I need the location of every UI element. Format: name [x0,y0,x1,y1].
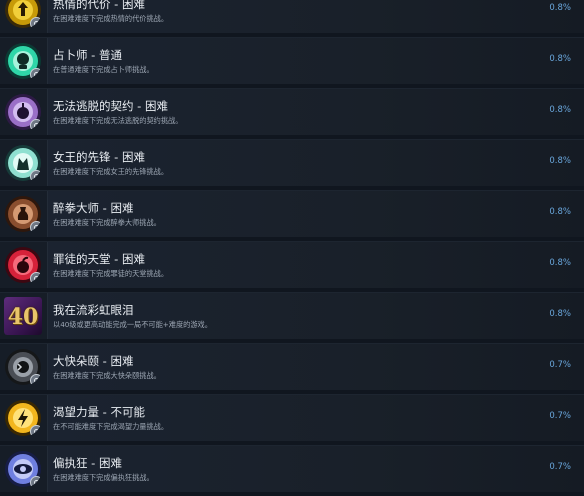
contract-icon [4,93,42,131]
achievement-title: 渴望力量 - 不可能 [53,405,145,419]
achievement-title: 罪徒的天堂 - 困难 [53,252,145,266]
achievement-title: 占卜师 - 普通 [53,48,122,62]
sinners-paradise-icon [4,246,42,284]
level-40-icon: 40 [4,297,42,335]
difficulty-badge-icon [30,119,42,131]
achievement-row[interactable]: 大快朵颐 - 困难 在困难难度下完成大快朵颐挑战。 0.7% [0,343,584,390]
achievement-row[interactable]: 渴望力量 - 不可能 在不可能难度下完成渴望力量挑战。 0.7% [0,394,584,441]
achievement-title: 女王的先锋 - 困难 [53,150,145,164]
achievement-title: 无法逃脱的契约 - 困难 [53,99,168,113]
achievement-row[interactable]: 醉拳大师 - 困难 在困难难度下完成醉拳大师挑战。 0.8% [0,190,584,237]
achievement-description: 在困难难度下完成大快朵颐挑战。 [53,371,161,380]
paranoid-eye-icon [4,450,42,488]
achievement-percent: 0.8% [549,258,571,268]
flame-cost-icon [4,0,42,29]
difficulty-badge-icon [30,221,42,233]
achievement-percent: 0.8% [549,54,571,64]
achievement-percent: 0.8% [549,309,571,319]
achievement-description: 在困难难度下完成热情的代价挑战。 [53,14,169,23]
difficulty-badge-icon [30,68,42,80]
achievement-row[interactable]: 女王的先锋 - 困难 在困难难度下完成女王的先锋挑战。 0.8% [0,139,584,186]
achievement-row[interactable]: 无法逃脱的契约 - 困难 在困难难度下完成无法逃脱的契约挑战。 0.8% [0,88,584,135]
lightning-icon [4,399,42,437]
achievement-description: 在困难难度下完成偏执狂挑战。 [53,473,154,482]
achievement-description: 以40级或更高动能完成一局不可能+难度的游戏。 [53,320,212,329]
achievement-row[interactable]: 罪徒的天堂 - 困难 在困难难度下完成罪徒的天堂挑战。 0.8% [0,241,584,288]
achievement-title: 偏执狂 - 困难 [53,456,122,470]
achievement-row[interactable]: 偏执狂 - 困难 在困难难度下完成偏执狂挑战。 0.7% [0,445,584,492]
drunken-master-icon [4,195,42,233]
difficulty-badge-icon [30,17,42,29]
achievement-percent: 0.7% [549,462,571,472]
difficulty-badge-icon [30,170,42,182]
achievement-percent: 0.7% [549,360,571,370]
feast-icon [4,348,42,386]
achievement-description: 在困难难度下完成醉拳大师挑战。 [53,218,161,227]
queens-vanguard-icon [4,144,42,182]
difficulty-badge-icon [30,374,42,386]
achievement-percent: 0.8% [549,207,571,217]
achievement-title: 大快朵颐 - 困难 [53,354,134,368]
achievement-description: 在困难难度下完成女王的先锋挑战。 [53,167,169,176]
achievement-title: 我在流彩虹眼泪 [53,303,134,317]
difficulty-badge-icon [30,272,42,284]
difficulty-badge-icon [30,476,42,488]
difficulty-badge-icon [30,425,42,437]
fortune-teller-icon [4,42,42,80]
achievement-percent: 0.7% [549,411,571,421]
achievement-row[interactable]: 占卜师 - 普通 在普通难度下完成占卜师挑战。 0.8% [0,37,584,84]
achievement-title: 醉拳大师 - 困难 [53,201,134,215]
achievement-list: 热情的代价 - 困难 在困难难度下完成热情的代价挑战。 0.8% 占卜师 - 普… [0,0,584,496]
achievement-description: 在困难难度下完成罪徒的天堂挑战。 [53,269,169,278]
achievement-title: 热情的代价 - 困难 [53,0,145,11]
achievement-description: 在不可能难度下完成渴望力量挑战。 [53,422,169,431]
achievement-row[interactable]: 40 我在流彩虹眼泪 以40级或更高动能完成一局不可能+难度的游戏。 0.8% [0,292,584,339]
achievement-percent: 0.8% [549,105,571,115]
achievement-description: 在困难难度下完成无法逃脱的契约挑战。 [53,116,183,125]
achievement-description: 在普通难度下完成占卜师挑战。 [53,65,154,74]
achievement-row[interactable]: 热情的代价 - 困难 在困难难度下完成热情的代价挑战。 0.8% [0,0,584,33]
achievement-percent: 0.8% [549,156,571,166]
achievement-percent: 0.8% [549,3,571,13]
